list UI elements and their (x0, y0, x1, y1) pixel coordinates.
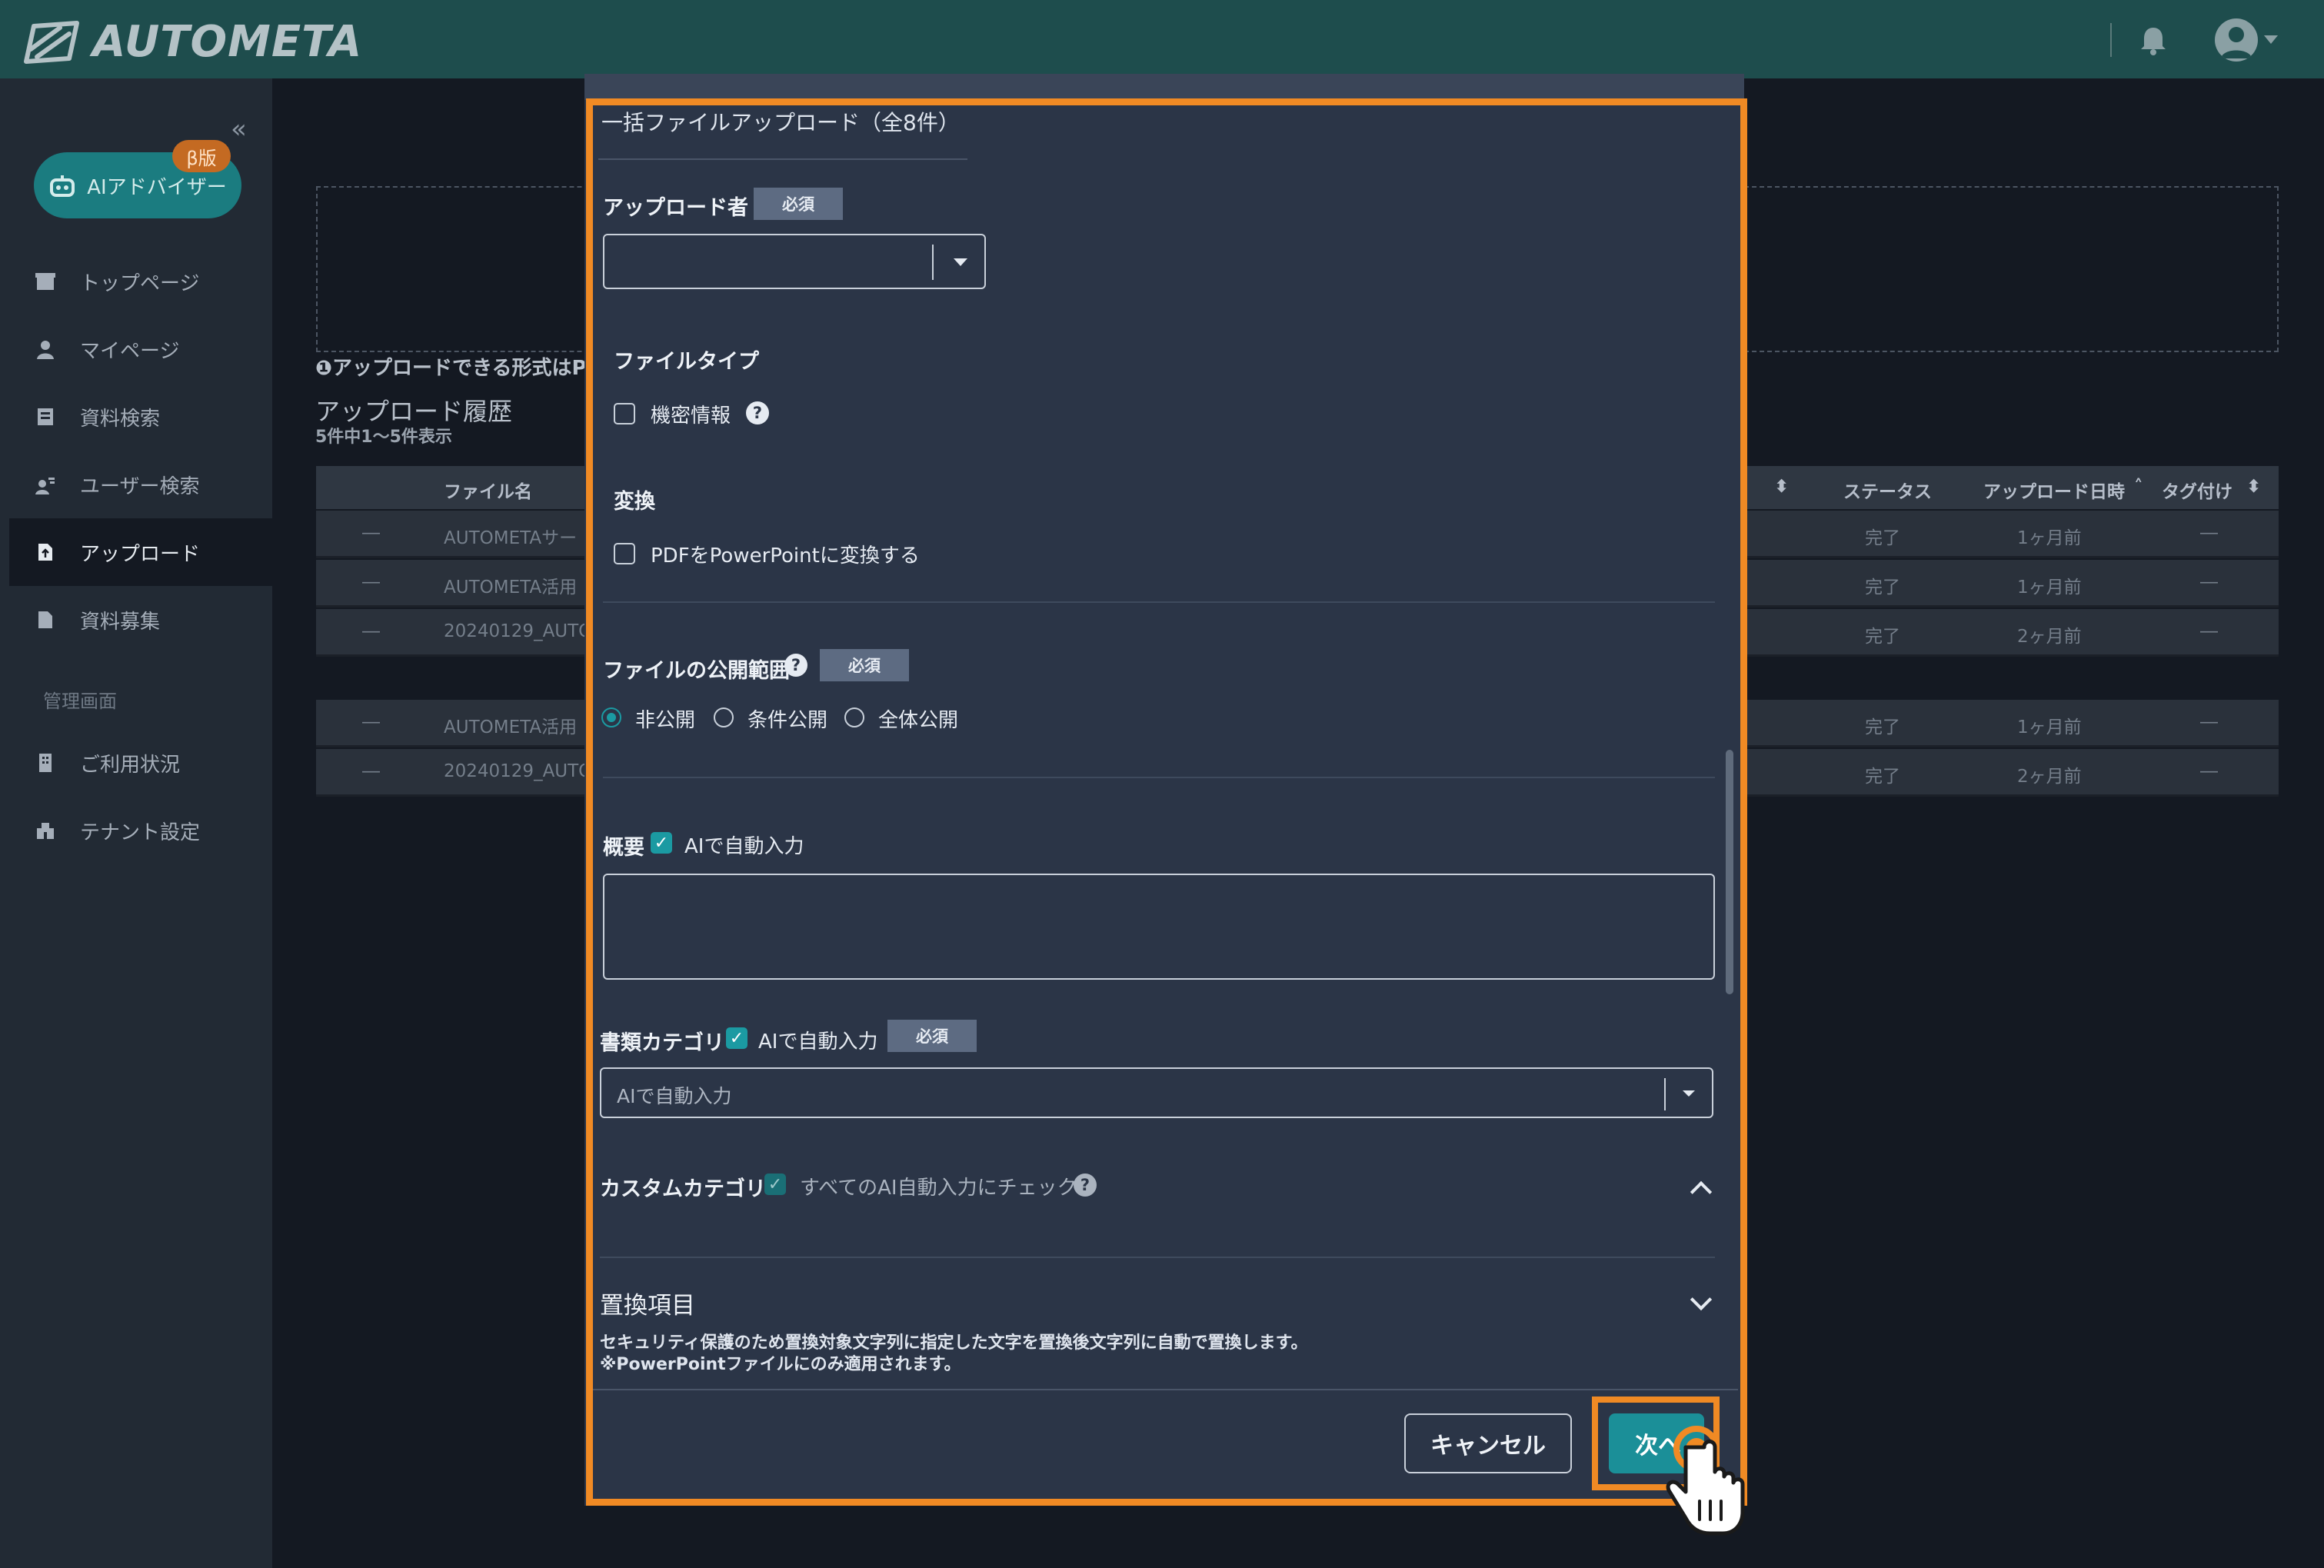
sidebar-item-label: マイページ (80, 339, 180, 363)
collapse-sidebar-icon[interactable]: « (231, 114, 247, 145)
app-header: AUTOMETA (0, 0, 2324, 78)
column-file-name[interactable]: ファイル名 (444, 477, 532, 503)
upload-icon (38, 544, 52, 561)
home-icon (35, 273, 55, 290)
user-icon (37, 341, 54, 359)
sidebar-item-tenant-settings[interactable]: テナント設定 (9, 797, 272, 864)
sidebar-item-top-page[interactable]: トップページ (9, 248, 272, 315)
column-upload-date[interactable]: アップロード日時 (1983, 477, 2125, 503)
sidebar-item-label: 資料募集 (80, 610, 161, 634)
sidebar-item-document-request[interactable]: 資料募集 (9, 586, 272, 654)
brand-name: AUTOMETA (92, 17, 363, 67)
building-icon (39, 754, 52, 772)
autometa-logo-icon (24, 20, 79, 64)
admin-section-label: 管理画面 (43, 691, 117, 712)
sidebar-item-label: アップロード (80, 542, 201, 566)
beta-badge: β版 (172, 140, 231, 172)
sidebar-item-label: 資料検索 (80, 407, 161, 431)
sidebar-item-usage[interactable]: ご利用状況 (9, 729, 272, 797)
users-icon (35, 478, 55, 494)
sidebar-item-upload[interactable]: アップロード (9, 518, 272, 586)
column-status[interactable]: ステータス (1843, 477, 1932, 503)
modal-highlight-frame (586, 98, 1747, 1506)
sidebar-item-my-page[interactable]: マイページ (9, 315, 272, 383)
sidebar-item-label: トップページ (80, 271, 200, 295)
hand-pointer-icon (1666, 1426, 1745, 1536)
sort-asc-icon[interactable]: ˄ (2134, 477, 2143, 497)
sidebar-item-label: ユーザー検索 (80, 474, 200, 498)
ai-advisor-label: AIアドバイザー (87, 175, 227, 199)
bell-icon[interactable] (2136, 23, 2170, 57)
account-menu-caret-icon[interactable] (2264, 35, 2278, 44)
sidebar: « AIアドバイザー β版 トップページ マイページ 資料検索 ユーザー検索 ア… (0, 78, 272, 1568)
file-icon (38, 611, 52, 628)
sort-icon[interactable]: ⬍ (2246, 477, 2261, 497)
header-separator (2110, 23, 2112, 57)
sidebar-item-label: ご利用状況 (80, 753, 181, 777)
sidebar-item-label: テナント設定 (80, 821, 201, 844)
upload-formats-note: ❶アップロードできる形式はP (315, 357, 587, 380)
upload-history-count: 5件中1〜5件表示 (315, 428, 452, 447)
sort-icon[interactable]: ⬍ (1774, 477, 1789, 497)
sidebar-item-document-search[interactable]: 資料検索 (9, 383, 272, 451)
column-tagging[interactable]: タグ付け (2162, 477, 2232, 503)
brand-logo[interactable]: AUTOMETA (15, 17, 362, 67)
user-avatar-icon[interactable] (2215, 18, 2258, 62)
sidebar-item-user-search[interactable]: ユーザー検索 (9, 451, 272, 518)
robot-icon (50, 175, 75, 197)
settings-building-icon (37, 823, 54, 839)
document-search-icon (38, 408, 53, 425)
modal-top-bar (584, 74, 1744, 100)
